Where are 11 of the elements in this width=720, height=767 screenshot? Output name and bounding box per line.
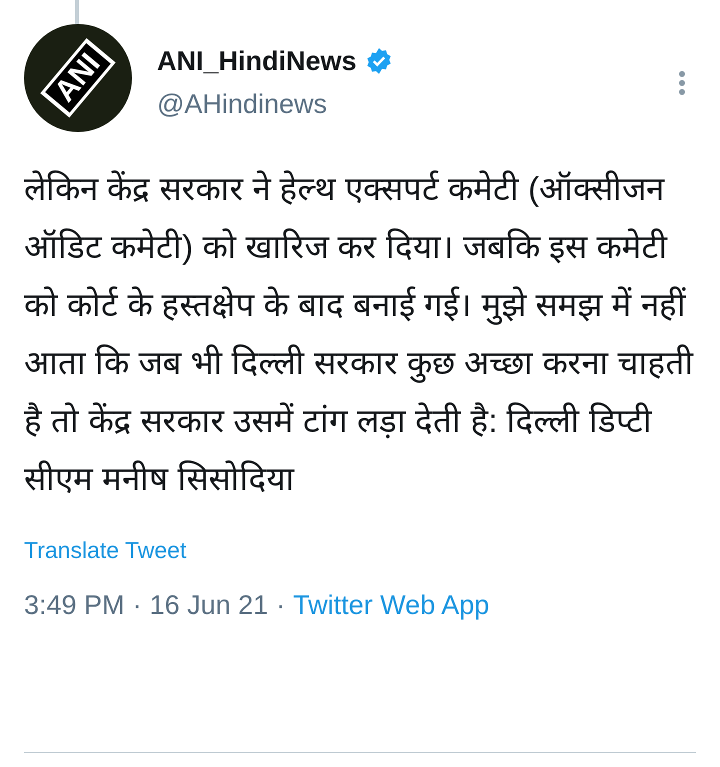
more-options-icon[interactable] [678,70,686,96]
separator: · [276,589,286,622]
tweet-text: लेकिन केंद्र सरकार ने हेल्थ एक्सपर्ट कमेटी (ऑक्सीजन ऑडिट कमेटी) को खारिज कर दिया। जबकि इस कमेटी को कोर्ट के हस्तक्षेप के बाद बनाई गई। मुझे समझ में नहीं आता कि जब भी दिल्ली सरकार कुछ अच्छा करना चाहती है तो केंद्र सरकार उसमें टांग लड़ा देती है: दिल्ली डिप्टी सीएम मनीष सिसोदिया [24,169,695,499]
account-handle[interactable]: @AHindinews [157,86,327,122]
source-app-link[interactable]: Twitter Web App [293,588,490,622]
separator: · [132,589,142,622]
avatar-logo[interactable]: ANI [24,24,132,132]
tweet-time: 3:49 PM [24,589,125,622]
account-name[interactable]: ANI_HindiNews [157,44,357,78]
tweet-date: 16 Jun 21 [150,589,268,622]
translate-tweet-link[interactable]: Translate Tweet [24,536,186,564]
